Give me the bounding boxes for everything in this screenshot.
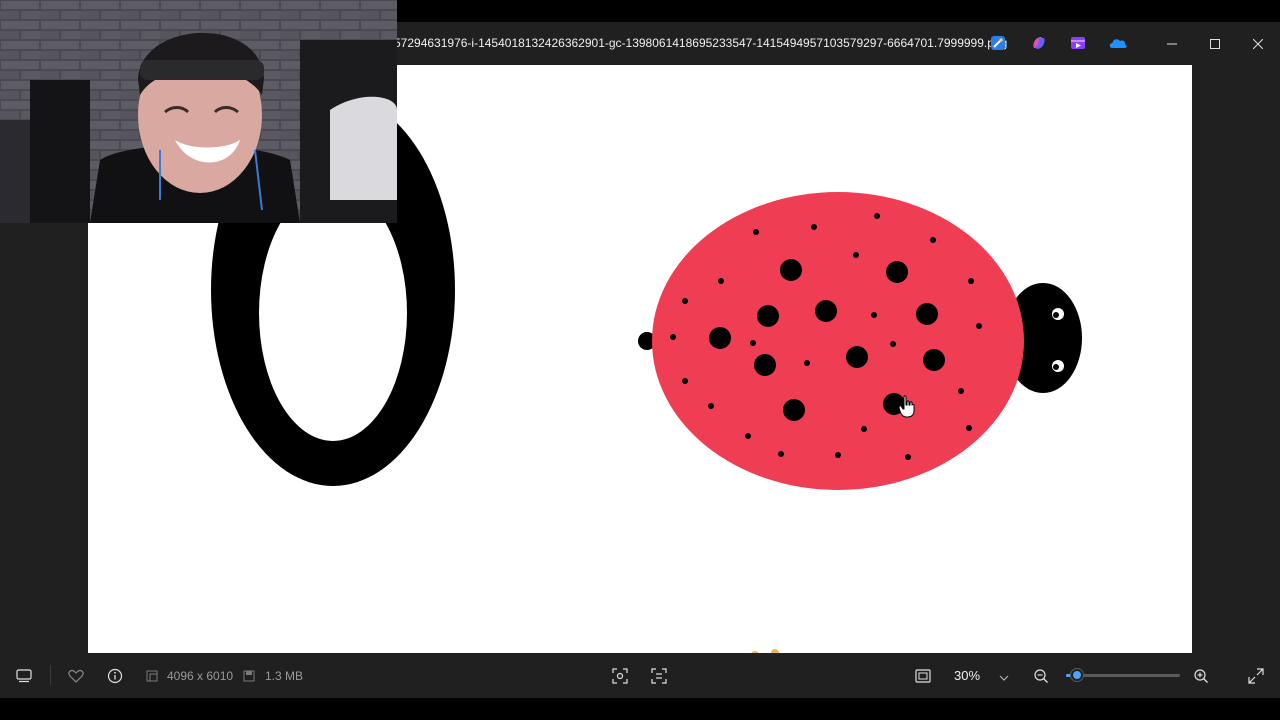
zoom-level: 30% <box>954 667 981 683</box>
maximize-icon[interactable] <box>1193 22 1237 65</box>
scan-text-icon[interactable] <box>649 666 669 686</box>
oval-hole <box>259 185 407 441</box>
hand-cursor-icon <box>898 395 915 418</box>
filmstrip-icon[interactable] <box>14 666 34 686</box>
zoom-out-icon[interactable] <box>1031 666 1051 686</box>
zoom-slider[interactable] <box>1066 668 1180 682</box>
ladybug-drawing <box>638 192 1082 490</box>
info-icon[interactable] <box>105 666 125 686</box>
full-screen-icon[interactable] <box>1246 666 1266 686</box>
bottom-toolbar: 4096 x 6010 1.3 MB 30% <box>0 653 1280 698</box>
copilot-icon[interactable] <box>1031 35 1047 51</box>
divider <box>50 665 51 685</box>
webcam-overlay <box>0 0 397 223</box>
minimize-icon[interactable] <box>1150 22 1194 65</box>
file-size: 1.3 MB <box>265 668 304 683</box>
ladybug-body <box>652 192 1024 490</box>
visual-search-icon[interactable] <box>610 666 630 686</box>
onedrive-icon[interactable] <box>1108 35 1128 51</box>
zoom-dropdown[interactable]: 30% <box>944 661 1022 689</box>
fit-to-window-icon[interactable] <box>913 666 933 686</box>
file-name: 57294631976-i-1454018132426362901-gc-139… <box>394 36 1008 50</box>
chevron-down-icon <box>999 670 1009 685</box>
favorite-icon[interactable] <box>66 666 86 686</box>
zoom-slider-thumb[interactable] <box>1070 668 1085 682</box>
zoom-in-icon[interactable] <box>1191 666 1211 686</box>
webcam-feed <box>0 0 397 223</box>
clipchamp-icon[interactable] <box>1070 35 1086 51</box>
close-icon[interactable] <box>1236 22 1280 65</box>
dimensions-icon <box>142 666 162 686</box>
image-dimensions: 4096 x 6010 <box>167 668 234 683</box>
file-size-icon <box>239 666 259 686</box>
designer-icon[interactable] <box>990 35 1006 51</box>
